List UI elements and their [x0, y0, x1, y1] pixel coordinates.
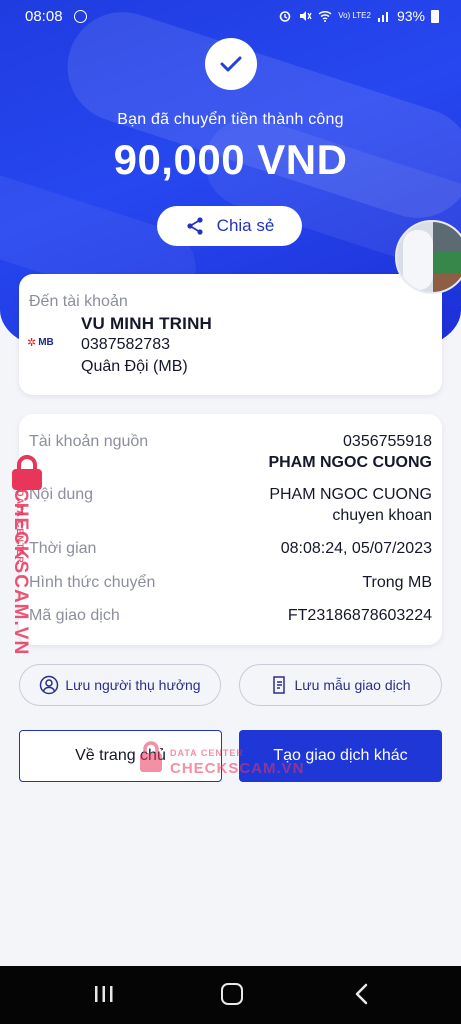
detail-value-secondary: PHAM NGOC CUONG — [268, 454, 432, 471]
watermark-vertical: DATA CENTER CHECKSCAM.VN — [4, 455, 44, 655]
user-circle-icon — [40, 675, 59, 695]
share-label: Chia sẻ — [216, 216, 275, 235]
status-time: 08:08 — [25, 8, 63, 25]
mute-icon — [300, 11, 312, 21]
share-button[interactable]: Chia sẻ — [157, 206, 302, 246]
system-nav-bar — [0, 966, 461, 1024]
detail-key: Hình thức chuyển — [29, 574, 156, 591]
status-bar: 08:08 Vo) LTE2 93% — [0, 0, 461, 34]
transaction-details-card: Tài khoản nguồn 0356755918 PHAM NGOC CUO… — [19, 414, 442, 645]
save-template-label: Lưu mẫu giao dịch — [294, 677, 411, 693]
messenger-icon — [74, 10, 87, 23]
floating-avatar[interactable] — [395, 220, 461, 294]
recipient-name: VU MINH TRINH — [81, 314, 213, 333]
document-icon — [272, 676, 285, 694]
detail-value: FT23186878603224 — [287, 607, 432, 624]
battery-percent: 93% — [396, 8, 425, 24]
recipient-bank: Quân Đội (MB) — [81, 358, 188, 375]
status-icons: Vo) LTE2 93% — [278, 8, 439, 24]
detail-key: Tài khoản nguồn — [29, 433, 149, 450]
recipient-label: Đến tài khoản — [29, 293, 128, 310]
back-icon[interactable] — [353, 983, 371, 1005]
network-label: Vo) LTE2 — [338, 11, 371, 20]
alarm-icon — [279, 11, 291, 22]
wifi-icon — [318, 10, 332, 22]
watermark-sub: DATA CENTER — [170, 748, 244, 758]
share-icon — [187, 217, 203, 235]
detail-value: PHAM NGOC CUONG — [269, 486, 432, 503]
recipient-account: 0387582783 — [81, 336, 170, 353]
watermark-center: DATA CENTER CHECKSCAM.VN — [138, 740, 304, 780]
detail-value: Trong MB — [362, 574, 432, 591]
save-recipient-button[interactable]: Lưu người thụ hưởng — [19, 664, 221, 706]
watermark-brand: CHECKSCAM.VN — [10, 488, 31, 656]
battery-icon — [431, 9, 439, 23]
detail-value-secondary: chuyen khoan — [332, 507, 432, 524]
success-message: Bạn đã chuyển tiền thành công — [117, 111, 344, 128]
lock-icon — [140, 741, 162, 772]
success-check-icon — [205, 38, 257, 90]
home-nav-icon[interactable] — [221, 983, 243, 1005]
signal-icon — [377, 12, 388, 22]
watermark-brand: CHECKSCAM.VN — [170, 760, 305, 777]
detail-value: 0356755918 — [343, 433, 432, 450]
save-recipient-label: Lưu người thụ hưởng — [65, 677, 201, 693]
mb-bank-logo: ✲ MB — [27, 337, 54, 349]
lock-icon — [12, 455, 42, 490]
recent-apps-icon[interactable] — [93, 984, 115, 1004]
detail-value: 08:08:24, 05/07/2023 — [280, 540, 432, 557]
save-template-button[interactable]: Lưu mẫu giao dịch — [239, 664, 442, 706]
transfer-amount: 90,000 VND — [113, 136, 348, 183]
recipient-card: Đến tài khoản ✲ MB VU MINH TRINH 03875827… — [19, 274, 442, 395]
